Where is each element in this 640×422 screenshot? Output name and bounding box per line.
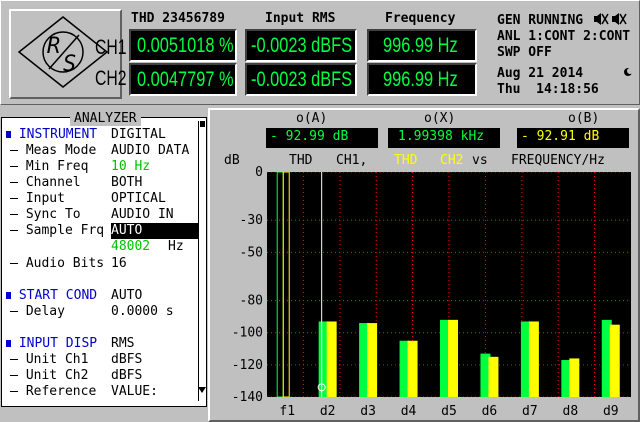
cursor-b-readout[interactable]: - 92.91 dB [517,128,629,148]
status-header: R S CH1 CH2 THD 23456789 Input RMS Frequ… [0,0,640,105]
delay-row[interactable]: Delay [10,304,65,320]
sample-frq-row[interactable]: Sample Frq [10,223,104,239]
ch1-thd-display: 0.0051018 % [129,29,237,62]
moon-icon [624,68,633,76]
rms-title: Input RMS [265,11,336,26]
thd-title: THD 23456789 [131,11,225,26]
cursor-x-readout[interactable]: 1.99398 kHz [388,128,500,148]
ch1-label: CH1 [95,36,127,59]
start-cond-row[interactable]: START COND [6,288,97,304]
dash-icon [10,182,18,183]
dash-icon [10,263,18,264]
input-disp-value[interactable]: RMS [111,336,134,352]
dash-icon [10,198,18,199]
dash-icon [10,166,18,167]
svg-text:R: R [47,34,60,59]
delay-value[interactable]: 0.0000 s [111,304,174,320]
cursor-x-label: o(X) [424,111,456,126]
meas-mode-row[interactable]: Meas Mode [10,143,96,159]
y-tick-label: -140 [232,390,263,405]
scroll-down-arrow-icon[interactable] [198,386,206,394]
gen-status: GEN RUNNING [497,13,584,28]
x-tick-label: d4 [401,404,417,419]
sample-frq-value[interactable]: AUTO [111,223,198,239]
x-tick-label: d3 [360,404,376,419]
ch2-rms-display: -0.0023 dBFS [245,63,357,96]
dash-icon [10,375,18,376]
instrument-value[interactable]: DIGITAL [111,127,166,143]
analyzer-scrollbar[interactable] [198,121,206,401]
cursor-a-readout[interactable]: - 92.99 dB [266,128,378,148]
section-bullet-icon [6,340,11,347]
input-row[interactable]: Input [10,191,65,207]
y-tick-label: -80 [240,294,263,309]
dash-icon [10,230,18,231]
ch2-label: CH2 [95,67,127,90]
cursor-b-label: o(B) [568,111,600,126]
speaker-mute-icon [594,13,627,25]
y-tick-label: 0 [255,165,263,180]
section-bullet-icon [6,131,11,138]
unit-ch2-row[interactable]: Unit Ch2 [10,368,88,384]
y-tick-label: -120 [232,358,263,373]
dash-icon [10,150,18,151]
start-cond-value[interactable]: AUTO [111,288,142,304]
channel-value[interactable]: BOTH [111,175,142,191]
instrument-row[interactable]: INSTRUMENT [6,127,97,143]
min-freq-row[interactable]: Min Freq [10,159,88,175]
x-tick-label: d5 [441,404,457,419]
unit-ch1-value[interactable]: dBFS [111,352,142,368]
input-value[interactable]: OPTICAL [111,191,166,207]
ch1-freq-display: 996.99 Hz [367,29,477,62]
dash-icon [10,391,18,392]
anl-status: ANL 1:CONT 2:CONT [497,29,631,44]
y-tick-label: -50 [240,245,263,260]
freq-title: Frequency [385,11,456,26]
ch2-freq-display: 996.99 Hz [367,63,477,96]
chart-axes: 0 -30 -50 -80 -100 -120 -140 f1 d2 d3 d4 d5 d6 d7 d8 d9 [232,165,619,419]
x-tick-label: d7 [522,404,538,419]
swp-status: SWP OFF [497,45,552,60]
unit-ch1-row[interactable]: Unit Ch1 [10,352,88,368]
cursor-a-label: o(A) [296,111,328,126]
x-tick-label: d2 [320,404,336,419]
min-freq-value[interactable]: 10 Hz [111,159,150,175]
date-display: Aug 21 2014 [497,66,584,81]
sample-rate-unit: Hz [168,239,184,254]
audio-bits-row[interactable]: Audio Bits [10,256,104,272]
input-disp-row[interactable]: INPUT DISP [6,336,97,352]
y-tick-label: -30 [240,213,263,228]
dash-icon [10,359,18,360]
x-tick-label: d8 [563,404,579,419]
sync-row[interactable]: Sync To [10,207,81,223]
time-display: Thu 14:18:56 [497,82,599,97]
ch2-thd-display: 0.0047797 % [129,63,237,96]
x-tick-label: f1 [279,404,295,419]
channel-row[interactable]: Channel [10,175,81,191]
dash-icon [10,311,18,312]
sample-rate-readout: 48002 [111,239,151,254]
y-tick-label: -100 [232,326,263,341]
svg-text:S: S [63,52,76,77]
scroll-thumb[interactable] [200,121,205,127]
dash-icon [10,214,18,215]
reference-value[interactable]: VALUE: [111,384,158,400]
audio-bits-value[interactable]: 16 [111,256,127,272]
sync-value[interactable]: AUDIO IN [111,207,174,223]
analyzer-title: ANALYZER [70,111,141,126]
meas-mode-value[interactable]: AUDIO DATA [111,143,189,159]
x-tick-label: d9 [603,404,619,419]
reference-row[interactable]: Reference [10,384,96,400]
unit-ch2-value[interactable]: dBFS [111,368,142,384]
ch1-rms-display: -0.0023 dBFS [245,29,357,62]
section-bullet-icon [6,292,11,299]
x-tick-label: d6 [482,404,498,419]
